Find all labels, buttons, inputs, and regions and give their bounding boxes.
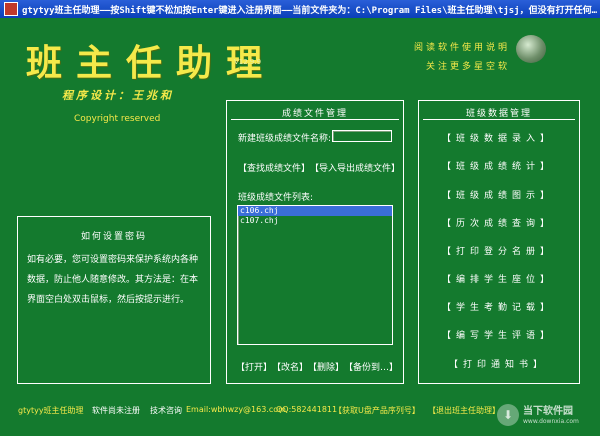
copyright-text: Copyright reserved (74, 114, 161, 124)
class-data-entry-button[interactable]: 【班级数据录入】 (420, 131, 576, 144)
watermark-text: 当下软件园 (523, 405, 573, 417)
grades-panel-title: 成绩文件管理 (281, 109, 348, 119)
rename-button[interactable]: 【改名】 (272, 360, 308, 373)
print-notice-button[interactable]: 【打印通知书】 (420, 357, 576, 370)
download-icon: ⬇ (497, 404, 519, 426)
app-icon (4, 2, 18, 16)
title-bar: gtytyy班主任助理——按Shift键不松加按Enter键进入注册界面——当前… (0, 0, 600, 18)
new-file-label: 新建班级成绩文件名称: (238, 134, 332, 144)
attendance-button[interactable]: 【学生考勤记载】 (420, 300, 576, 313)
open-button[interactable]: 【打开】 (236, 360, 272, 373)
new-file-name-input[interactable] (332, 130, 392, 142)
data-panel-title: 班级数据管理 (465, 109, 532, 119)
version-label: V12.9.9 (234, 58, 262, 66)
import-export-link[interactable]: 【导入导出成绩文件】 (310, 161, 400, 174)
footer-unregistered[interactable]: 软件尚未注册 (92, 405, 140, 416)
print-roster-button[interactable]: 【打印登分名册】 (420, 244, 576, 257)
footer-email[interactable]: Email:wbhwzy@163.com (186, 405, 286, 414)
seat-arrangement-button[interactable]: 【编排学生座位】 (420, 272, 576, 285)
footer-app-name: gtytyy班主任助理 (18, 406, 84, 415)
delete-button[interactable]: 【删除】 (308, 360, 344, 373)
grade-statistics-button[interactable]: 【班级成绩统计】 (420, 159, 576, 172)
history-query-button[interactable]: 【历次成绩查询】 (420, 216, 576, 229)
divider (231, 119, 399, 120)
file-list-label: 班级成绩文件列表: (238, 193, 314, 203)
divider (423, 119, 575, 120)
find-file-link[interactable]: 【查找成绩文件】 (238, 161, 310, 174)
file-list-item[interactable]: c107.chj (238, 216, 392, 226)
footer-qq: QQ:582441811 (276, 405, 338, 414)
exit-link[interactable]: 【退出班主任助理】 (428, 405, 500, 416)
globe-icon[interactable] (516, 35, 546, 63)
help-panel-body: 如有必要，您可设置密码来保护系统内各种数据，防止他人随意修改。其方法是：在本界面… (27, 255, 199, 305)
footer-support: 技术咨询 (150, 406, 182, 415)
watermark: ⬇ 当下软件园 www.downxia.com (497, 398, 597, 432)
backup-button[interactable]: 【备份到…】 (344, 360, 398, 373)
designer-credit: 程序设计：王兆和 (62, 89, 174, 102)
file-list-item[interactable]: c106.chj (238, 206, 392, 216)
help-panel-title: 如何设置密码 (80, 232, 147, 242)
window-title: gtytyy班主任助理——按Shift键不松加按Enter键进入注册界面——当前… (22, 5, 597, 16)
read-manual-link[interactable]: 阅读软件使用说明 (414, 40, 510, 53)
more-software-link[interactable]: 关注更多星空软 (426, 59, 510, 72)
watermark-sub: www.downxia.com (523, 417, 579, 425)
get-serial-link[interactable]: 【获取U盘产品序列号】 (334, 405, 420, 416)
grade-file-list[interactable]: c106.chj c107.chj (237, 205, 393, 345)
student-comments-button[interactable]: 【编写学生评语】 (420, 328, 576, 341)
grade-chart-button[interactable]: 【班级成绩图示】 (420, 188, 576, 201)
